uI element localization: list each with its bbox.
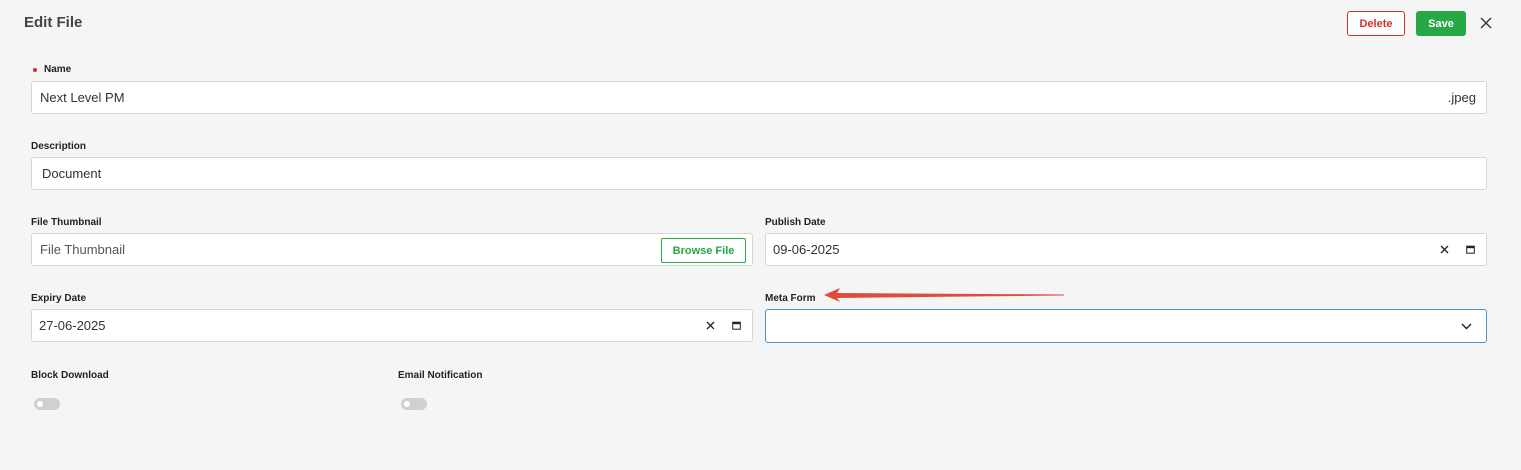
browse-file-button[interactable]: Browse File [661, 238, 746, 263]
calendar-icon[interactable] [1462, 242, 1478, 258]
file-extension: .jpeg [1447, 90, 1476, 105]
clear-icon[interactable] [702, 318, 718, 334]
description-label: Description [31, 141, 87, 152]
clear-icon[interactable] [1436, 242, 1452, 258]
email-notification-toggle[interactable] [401, 398, 427, 410]
block-download-toggle[interactable] [34, 398, 60, 410]
expiry-date-input[interactable]: 27-06-2025 [32, 318, 702, 333]
name-field[interactable]: Next Level PM .jpeg [31, 81, 1487, 114]
meta-form-select[interactable] [765, 309, 1487, 343]
description-input[interactable]: Document [32, 166, 1486, 181]
calendar-icon[interactable] [728, 318, 744, 334]
name-label: Name [31, 64, 71, 75]
publish-date-label: Publish Date [765, 217, 826, 228]
chevron-down-icon[interactable] [1458, 318, 1474, 334]
edit-file-page: Edit File Delete Save Name Next Level PM… [0, 0, 1521, 470]
file-thumbnail-field[interactable]: File Thumbnail Browse File [31, 233, 753, 266]
meta-form-label: Meta Form [765, 293, 816, 304]
file-thumbnail-input[interactable]: File Thumbnail [32, 242, 752, 257]
block-download-label: Block Download [31, 370, 109, 381]
delete-button[interactable]: Delete [1347, 11, 1405, 36]
description-field[interactable]: Document [31, 157, 1487, 190]
save-button[interactable]: Save [1416, 11, 1466, 36]
annotation-arrow-icon [824, 288, 1064, 302]
page-title: Edit File [24, 14, 83, 31]
publish-date-field[interactable]: 09-06-2025 [765, 233, 1487, 266]
expiry-date-label: Expiry Date [31, 293, 87, 304]
expiry-date-field[interactable]: 27-06-2025 [31, 309, 753, 342]
toggle-knob [37, 401, 43, 407]
required-indicator [33, 67, 37, 72]
name-label-text: Name [44, 64, 72, 75]
publish-date-input[interactable]: 09-06-2025 [766, 242, 1436, 257]
file-thumbnail-label: File Thumbnail [31, 217, 102, 228]
close-icon[interactable] [1476, 13, 1496, 33]
toggle-knob [404, 401, 410, 407]
name-input[interactable]: Next Level PM [32, 90, 1448, 105]
email-notification-label: Email Notification [398, 370, 483, 381]
